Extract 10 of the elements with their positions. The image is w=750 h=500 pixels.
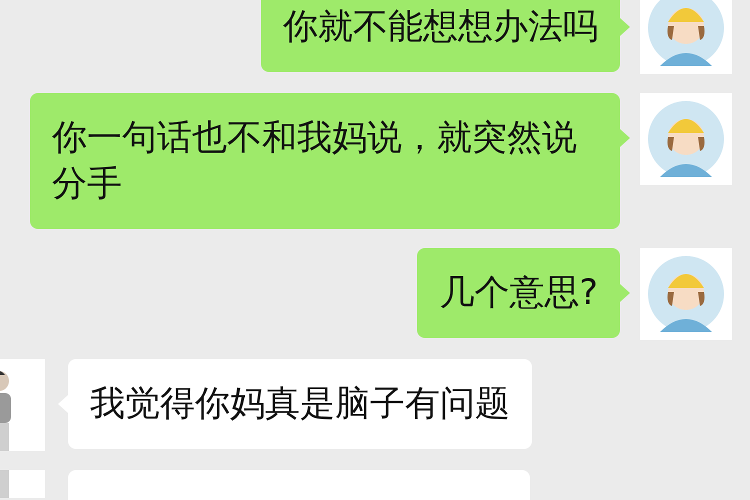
- bubble-tail: [620, 129, 630, 147]
- avatar[interactable]: [640, 93, 732, 185]
- message-bubble[interactable]: 几个意思?: [417, 248, 620, 338]
- avatar[interactable]: [640, 0, 732, 74]
- message-bubble[interactable]: 你一句话也不和我妈说，就突然说分手: [30, 93, 620, 229]
- bubble-tail: [620, 284, 630, 302]
- avatar[interactable]: [640, 248, 732, 340]
- message-bubble[interactable]: 我觉得你妈真是脑子有问题: [68, 359, 532, 449]
- bubble-tail: [620, 18, 630, 36]
- message-bubble[interactable]: 你就不能想想办法吗: [261, 0, 620, 72]
